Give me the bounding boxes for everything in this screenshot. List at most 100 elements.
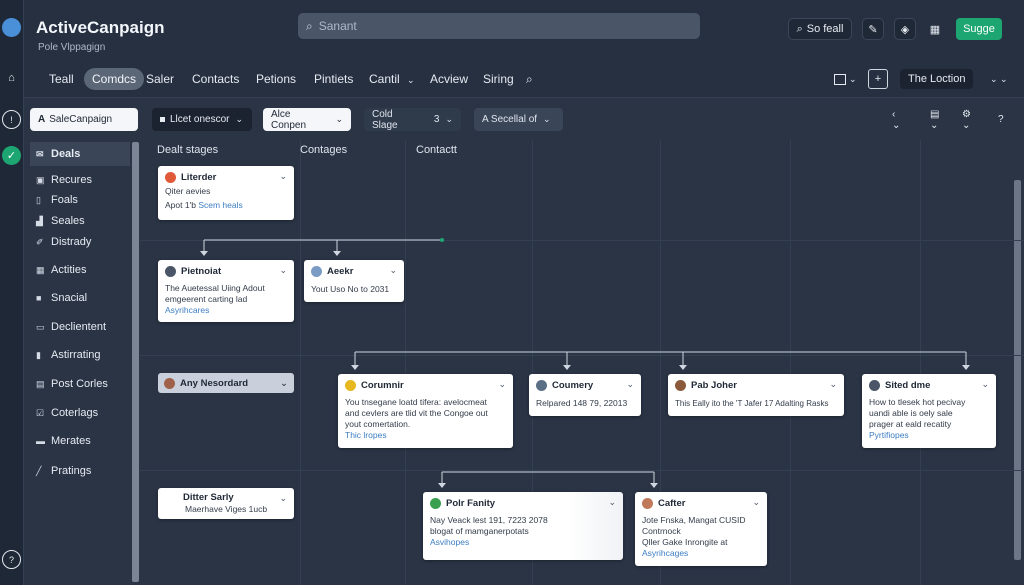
chevron-down-icon[interactable]: ⌄ (279, 171, 287, 182)
chevron-down-icon: ⌄ (335, 114, 343, 124)
deal-card-polr-fanity[interactable]: Polr Fanity ⌄ Nay Veack lest 191, 7223 2… (423, 492, 623, 560)
selected-filter[interactable]: A Secellal of ⌄ (474, 108, 563, 131)
app-logo-icon[interactable] (2, 18, 21, 37)
plus-icon: + (874, 73, 882, 85)
sidebar-item-snacial[interactable]: ■ Snacial (36, 292, 87, 304)
search-box[interactable]: ⌕ (298, 13, 700, 39)
add-button[interactable]: + (868, 69, 888, 89)
tab-contacts[interactable]: Contacts (192, 72, 239, 86)
chevron-down-icon[interactable]: ⌄ (279, 493, 287, 504)
chevron-down-icon[interactable]: ⌄ (608, 497, 616, 508)
check-circle-icon[interactable]: ✓ (2, 146, 21, 165)
sidebar-item-declientent[interactable]: ▭ Declientent (36, 321, 106, 333)
chevron-down-icon: ⌄ (407, 75, 415, 85)
clock-icon[interactable]: ! (2, 110, 21, 129)
avatar (536, 380, 547, 391)
sidebar-item-foals[interactable]: ▯ Foals (36, 194, 78, 206)
owner-filter[interactable]: Llcet onescor ⌄ (152, 108, 252, 131)
card-title: Sited dme (885, 380, 931, 391)
card-text: Qiter aevies (165, 186, 211, 196)
chevron-down-icon[interactable]: ⌄ (981, 379, 989, 390)
person-filter[interactable]: Alce Conpen ⌄ (263, 108, 351, 131)
stage-filter[interactable]: Cold Slage 3 ⌄ (364, 108, 461, 131)
tab-saler[interactable]: Saler (146, 72, 174, 86)
card-title: Coumery (552, 380, 594, 391)
stage-filter-value: Cold Slage (372, 108, 398, 131)
sidebar-item-label: Declientent (51, 321, 107, 333)
help-button[interactable]: ? (990, 108, 1012, 131)
person-filter-value: Alce Conpen (271, 108, 307, 131)
deal-card-coumery[interactable]: Coumery ⌄ Relpared 148 79, 22013 (529, 374, 641, 416)
location-button[interactable]: The Loction (900, 69, 974, 89)
campaign-filter[interactable]: A SaleCanpaign (30, 108, 138, 131)
stage-pill-any-nesordard[interactable]: Any Nesordard ⌄ (158, 373, 294, 393)
calendar-button[interactable]: ▤ ⌄ (922, 108, 952, 131)
deal-card-corumnir[interactable]: Corumnir ⌄ You tnsegane loatd tifera: av… (338, 374, 513, 448)
tag-button[interactable]: ◈ (894, 18, 916, 40)
chevron-down-icon[interactable]: ⌄ (279, 265, 287, 276)
chevron-down-icon: ⌄ (849, 73, 857, 84)
chevron-down-icon[interactable]: ⌄ (752, 497, 760, 508)
sidebar-item-deals[interactable]: ✉ Deals (30, 142, 130, 166)
sidebar-item-post-corles[interactable]: ▤ Post Corles (36, 378, 108, 390)
owner-filter-value: Llcet onescor (170, 114, 230, 125)
so-feall-button[interactable]: ⌕ So feall (788, 18, 852, 40)
app-subtitle: Pole Vlppagign (38, 42, 106, 53)
deal-card-sited-dme[interactable]: Sited dme ⌄ How to tlesek hot pecivay ua… (862, 374, 996, 448)
chevron-down-icon[interactable]: ⌄ (829, 379, 837, 390)
deal-card-aeekr[interactable]: Aeekr ⌄ Yout Uso No to 2031 (304, 260, 404, 302)
card-link[interactable]: Asyrihcares (165, 305, 287, 316)
sidebar-item-coterlags[interactable]: ☑ Coterlags (36, 407, 98, 419)
campaign-label: A (38, 114, 46, 125)
tab-siring[interactable]: Siring (483, 72, 514, 86)
bar-chart-icon: ▟ (36, 215, 43, 226)
card-text: uandi able is oely sale (869, 408, 953, 418)
settings-button[interactable]: ⚙ ⌄ (954, 108, 988, 131)
chevron-down-icon[interactable]: ⌄ (498, 379, 506, 390)
sidebar-item-astirrating[interactable]: ▮ Astirrating (36, 349, 101, 361)
tab-acview[interactable]: Acview (430, 72, 468, 86)
deal-card-ditter-sarly[interactable]: Ditter Sarly ⌄ Maerhave Viges 1ucb (158, 488, 294, 519)
sidebar-scrollbar[interactable] (132, 142, 139, 582)
link-icon: ✎ (868, 23, 878, 36)
card-link[interactable]: Asvihopes (430, 537, 616, 548)
back-button[interactable]: ‹ ⌄ (884, 108, 914, 131)
chevron-down-icon: ⌄ (235, 114, 244, 124)
card-text: You tnsegane loatd tifera: avelocmeat (345, 397, 487, 407)
card-link[interactable]: Pyrtifiopes (869, 430, 989, 441)
calendar-icon: ▤ ⌄ (930, 108, 940, 131)
help-icon[interactable]: ? (2, 550, 21, 569)
deal-card-pab-joher[interactable]: Pab Joher ⌄ This Eally ito the 'T Jafer … (668, 374, 844, 416)
link-button[interactable]: ✎ (862, 18, 884, 40)
sidebar-item-recures[interactable]: ▣ Recures (36, 174, 92, 186)
deal-card-pietnoiat[interactable]: Pietnoiat ⌄ The Auetessal Uiing Adout em… (158, 260, 294, 322)
view-toggle[interactable]: ⌄ (834, 69, 857, 89)
apps-button[interactable]: ▦ (924, 18, 946, 40)
home-icon[interactable]: ⌂ (2, 68, 21, 87)
sidebar-item-seales[interactable]: ▟ Seales (36, 215, 85, 227)
more-menu[interactable]: ⌄ ⌄ (990, 69, 1008, 89)
search-icon[interactable]: ⌕ (526, 72, 533, 87)
deal-card-cafter[interactable]: Cafter ⌄ Jote Fnska, Mangat CUSID Contrn… (635, 492, 767, 566)
sidebar-item-label: Merates (51, 435, 91, 447)
sidebar-item-pratings[interactable]: ╱ Pratings (36, 465, 91, 477)
search-input[interactable] (318, 19, 679, 33)
signup-button[interactable]: Sugge (956, 18, 1002, 40)
so-feall-label: So feall (806, 23, 844, 35)
card-link[interactable]: Thic lropes (345, 430, 506, 441)
sidebar-item-actities[interactable]: ▦ Actities (36, 264, 86, 276)
tab-petions[interactable]: Petions (256, 72, 296, 86)
sidebar-item-merates[interactable]: ▬ Merates (36, 435, 91, 447)
chevron-down-icon[interactable]: ⌄ (389, 265, 397, 276)
tab-pintiets[interactable]: Pintiets (314, 72, 353, 86)
tab-comdcs[interactable]: Comdcs (84, 68, 145, 90)
sidebar-item-distrady[interactable]: ✐ Distrady (36, 236, 91, 248)
card-link[interactable]: Scem heals (198, 200, 242, 210)
chevron-down-icon[interactable]: ⌄ (626, 379, 634, 390)
deal-card-literder[interactable]: Literder ⌄ Qiter aevies Apot 1'b Scem he… (158, 166, 294, 220)
card-link[interactable]: Asyrihcages (642, 548, 760, 559)
stage-count: 3 (433, 114, 440, 125)
tab-cantil[interactable]: Cantil ⌄ (369, 72, 415, 86)
chevron-down-icon: ⌄ (445, 114, 453, 124)
tab-teall[interactable]: Teall (49, 72, 74, 86)
